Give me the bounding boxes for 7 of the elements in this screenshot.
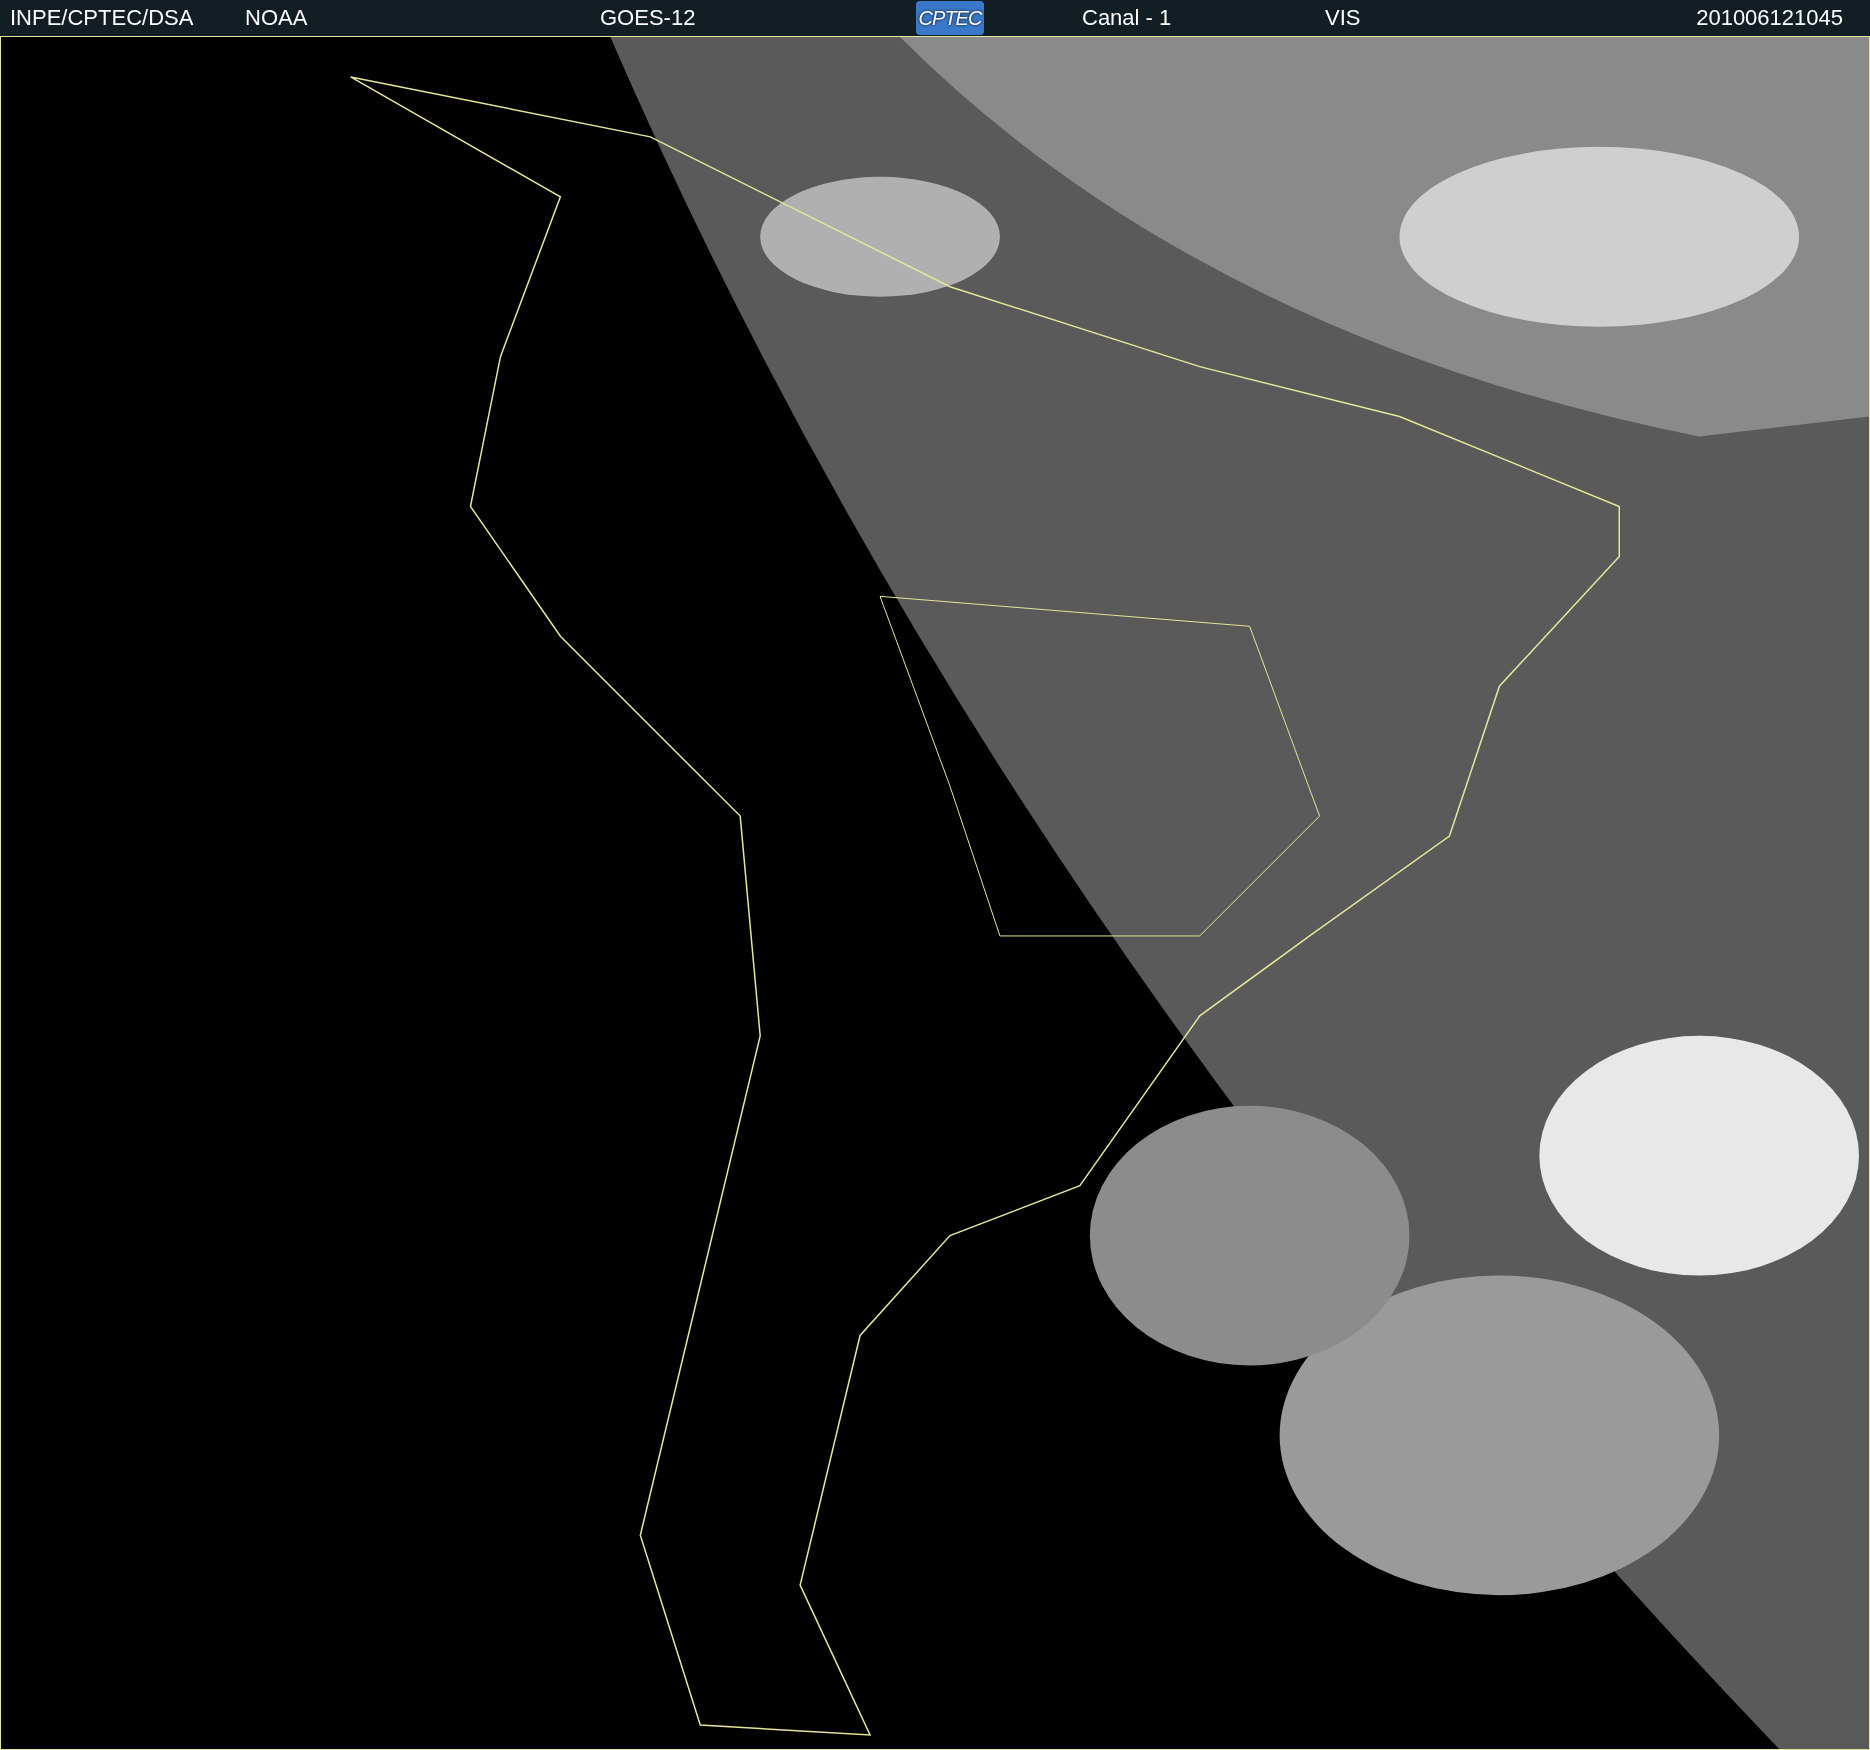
timestamp-label: 201006121045 [1696, 7, 1844, 29]
band-label: VIS [1325, 7, 1361, 29]
source-label: INPE/CPTEC/DSA [10, 7, 195, 29]
logo: CPTEC [916, 1, 984, 35]
satellite-label: GOES-12 [600, 7, 697, 29]
agency-label: NOAA [245, 7, 309, 29]
channel-label: Canal - 1 [1082, 7, 1173, 29]
